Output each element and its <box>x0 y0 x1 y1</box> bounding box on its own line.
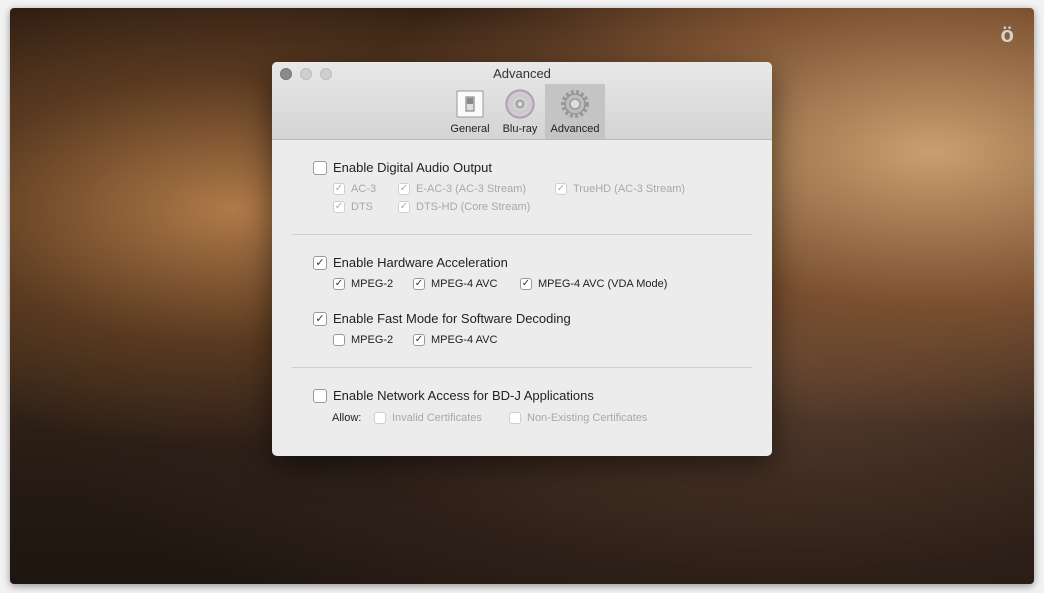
fast-mpeg4-checkbox[interactable]: ✓ MPEG-4 AVC <box>413 334 497 346</box>
dts-checkbox[interactable]: ✓ DTS <box>333 201 373 213</box>
invalid-certs-checkbox[interactable]: Invalid Certificates <box>374 412 482 424</box>
truehd-checkbox[interactable]: ✓ TrueHD (AC-3 Stream) <box>555 183 685 195</box>
tab-general[interactable]: General <box>445 84 495 139</box>
disc-icon <box>505 89 535 119</box>
allow-label: Allow: <box>332 412 362 424</box>
gear-icon <box>561 90 589 118</box>
preferences-dialog: Advanced General Blu-ray Advanced Enable… <box>272 62 772 456</box>
fast-mode-checkbox[interactable]: ✓ Enable Fast Mode for Software Decoding <box>313 311 571 326</box>
tab-bluray[interactable]: Blu-ray <box>495 84 545 139</box>
hw-mpeg4-checkbox[interactable]: ✓ MPEG-4 AVC <box>413 278 497 290</box>
switch-icon <box>456 90 484 118</box>
divider <box>292 367 752 368</box>
dialog-title: Advanced <box>493 66 551 81</box>
fast-mpeg2-checkbox[interactable]: MPEG-2 <box>333 334 393 346</box>
tab-advanced[interactable]: Advanced <box>545 84 605 139</box>
tab-label: Blu-ray <box>502 123 538 135</box>
hardware-acceleration-checkbox[interactable]: ✓ Enable Hardware Acceleration <box>313 255 508 270</box>
nonexisting-certs-checkbox[interactable]: Non-Existing Certificates <box>509 412 647 424</box>
divider <box>292 234 752 235</box>
network-access-checkbox[interactable]: Enable Network Access for BD-J Applicati… <box>313 388 594 403</box>
tab-label: Advanced <box>550 123 600 135</box>
hw-vda-checkbox[interactable]: ✓ MPEG-4 AVC (VDA Mode) <box>520 278 667 290</box>
eac3-checkbox[interactable]: ✓ E-AC-3 (AC-3 Stream) <box>398 183 526 195</box>
app-logo: ö <box>1000 22 1014 47</box>
dtshd-checkbox[interactable]: ✓ DTS-HD (Core Stream) <box>398 201 530 213</box>
hw-mpeg2-checkbox[interactable]: ✓ MPEG-2 <box>333 278 393 290</box>
tab-label: General <box>450 123 490 135</box>
ac3-checkbox[interactable]: ✓ AC-3 <box>333 183 376 195</box>
digital-audio-checkbox[interactable]: Enable Digital Audio Output <box>313 160 492 175</box>
toolbar: Advanced General Blu-ray Advanced <box>272 62 772 140</box>
